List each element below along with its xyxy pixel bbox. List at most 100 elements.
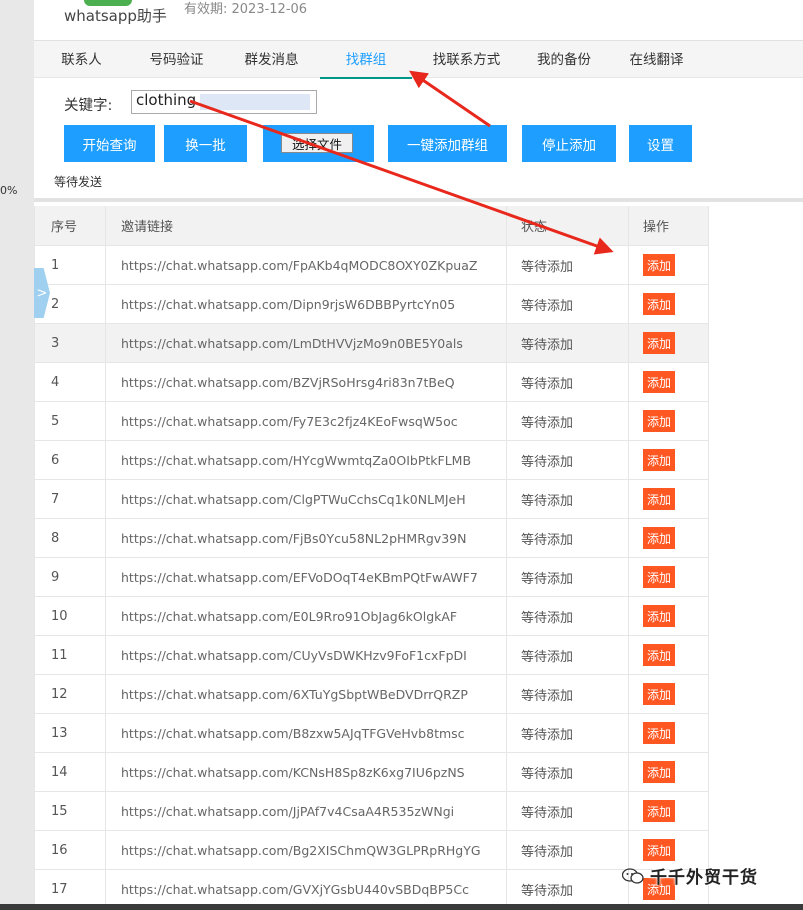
keyword-input[interactable]: clothing: [131, 90, 317, 114]
add-group-button[interactable]: 添加: [643, 449, 676, 471]
invite-link[interactable]: https://chat.whatsapp.com/Fy7E3c2fjz4KEo…: [106, 402, 507, 440]
table-row: 5 https://chat.whatsapp.com/Fy7E3c2fjz4KE…: [34, 402, 709, 441]
row-action-cell: 添加: [629, 519, 709, 557]
invite-link[interactable]: https://chat.whatsapp.com/B8zxw5AJqTFGVe…: [106, 714, 507, 752]
row-status: 等待添加: [507, 753, 629, 791]
invite-link[interactable]: https://chat.whatsapp.com/BZVjRSoHrsg4ri…: [106, 363, 507, 401]
add-all-groups-button[interactable]: 一键添加群组: [388, 125, 507, 162]
invite-link[interactable]: https://chat.whatsapp.com/E0L9Rro91ObJag…: [106, 597, 507, 635]
add-group-button[interactable]: 添加: [643, 293, 676, 315]
tab-my-backup[interactable]: 我的备份: [519, 41, 609, 79]
table-row: 11 https://chat.whatsapp.com/CUyVsDWKHzv9…: [34, 636, 709, 675]
invite-link[interactable]: https://chat.whatsapp.com/Bg2XISChmQW3GL…: [106, 831, 507, 869]
tab-bulk-message[interactable]: 群发消息: [224, 41, 319, 79]
add-group-button[interactable]: 添加: [643, 644, 676, 666]
add-group-button[interactable]: 添加: [643, 488, 676, 510]
table-row: 15 https://chat.whatsapp.com/JjPAf7v4CsaA…: [34, 792, 709, 831]
row-action-cell: 添加: [629, 714, 709, 752]
row-index: 7: [34, 480, 106, 518]
row-status: 等待添加: [507, 285, 629, 323]
table-row: 3 https://chat.whatsapp.com/LmDtHVVjzMo9n…: [34, 324, 709, 363]
table-row: 2 https://chat.whatsapp.com/Dipn9rjsW6DBB…: [34, 285, 709, 324]
progress-percent: 0%: [0, 184, 18, 197]
tab-contacts[interactable]: 联系人: [34, 41, 129, 79]
row-status: 等待添加: [507, 870, 629, 908]
invite-link[interactable]: https://chat.whatsapp.com/JjPAf7v4CsaA4R…: [106, 792, 507, 830]
next-batch-button[interactable]: 换一批: [164, 125, 247, 162]
invite-link[interactable]: https://chat.whatsapp.com/LmDtHVVjzMo9n0…: [106, 324, 507, 362]
add-group-button[interactable]: 添加: [643, 683, 676, 705]
row-status: 等待添加: [507, 363, 629, 401]
add-group-button[interactable]: 添加: [643, 722, 676, 744]
taskbar-edge: [0, 904, 803, 910]
invite-link[interactable]: https://chat.whatsapp.com/FpAKb4qMODC8OX…: [106, 246, 507, 284]
table-row: 6 https://chat.whatsapp.com/HYcgWwmtqZa0O…: [34, 441, 709, 480]
row-status: 等待添加: [507, 831, 629, 869]
row-status: 等待添加: [507, 636, 629, 674]
row-index: 3: [34, 324, 106, 362]
invite-link[interactable]: https://chat.whatsapp.com/6XTuYgSbptWBeD…: [106, 675, 507, 713]
app-header: whatsapp助手 有效期: 2023-12-06: [34, 0, 803, 40]
row-status: 等待添加: [507, 558, 629, 596]
app-window: whatsapp助手 有效期: 2023-12-06 联系人 号码验证 群发消息…: [0, 0, 803, 910]
row-index: 16: [34, 831, 106, 869]
row-status: 等待添加: [507, 402, 629, 440]
row-index: 12: [34, 675, 106, 713]
row-status: 等待添加: [507, 480, 629, 518]
table-row: 1 https://chat.whatsapp.com/FpAKb4qMODC8O…: [34, 246, 709, 285]
add-group-button[interactable]: 添加: [643, 527, 676, 549]
invite-link[interactable]: https://chat.whatsapp.com/ClgPTWuCchsCq1…: [106, 480, 507, 518]
tab-number-verify[interactable]: 号码验证: [129, 41, 224, 79]
row-action-cell: 添加: [629, 558, 709, 596]
add-group-button[interactable]: 添加: [643, 371, 676, 393]
keyword-label: 关键字:: [64, 98, 113, 114]
row-action-cell: 添加: [629, 363, 709, 401]
invite-link[interactable]: https://chat.whatsapp.com/Dipn9rjsW6DBBP…: [106, 285, 507, 323]
stop-adding-button[interactable]: 停止添加: [522, 125, 616, 162]
add-group-button[interactable]: 添加: [643, 254, 676, 276]
row-status: 等待添加: [507, 792, 629, 830]
settings-button[interactable]: 设置: [629, 125, 692, 162]
choose-file-button[interactable]: 选择文件: [281, 133, 353, 153]
row-index: 9: [34, 558, 106, 596]
tab-online-translate[interactable]: 在线翻译: [609, 41, 704, 79]
row-status: 等待添加: [507, 675, 629, 713]
row-action-cell: 添加: [629, 675, 709, 713]
add-group-button[interactable]: 添加: [643, 332, 676, 354]
row-action-cell: 添加: [629, 324, 709, 362]
row-status: 等待添加: [507, 714, 629, 752]
invite-link[interactable]: https://chat.whatsapp.com/KCNsH8Sp8zK6xg…: [106, 753, 507, 791]
chevron-right-icon: >: [36, 285, 48, 301]
invite-link[interactable]: https://chat.whatsapp.com/CUyVsDWKHzv9Fo…: [106, 636, 507, 674]
add-group-button[interactable]: 添加: [643, 761, 676, 783]
row-action-cell: 添加: [629, 402, 709, 440]
invite-link[interactable]: https://chat.whatsapp.com/FjBs0Ycu58NL2p…: [106, 519, 507, 557]
invite-link[interactable]: https://chat.whatsapp.com/HYcgWwmtqZa0OI…: [106, 441, 507, 479]
add-group-button[interactable]: 添加: [643, 410, 676, 432]
row-index: 6: [34, 441, 106, 479]
invite-link[interactable]: https://chat.whatsapp.com/EFVoDOqT4eKBmP…: [106, 558, 507, 596]
tab-find-groups[interactable]: 找群组: [320, 41, 412, 79]
invite-link[interactable]: https://chat.whatsapp.com/GVXjYGsbU440vS…: [106, 870, 507, 908]
table-row: 13 https://chat.whatsapp.com/B8zxw5AJqTFG…: [34, 714, 709, 753]
table-row: 16 https://chat.whatsapp.com/Bg2XISChmQW3…: [34, 831, 709, 870]
row-action-cell: 添加: [629, 246, 709, 284]
add-group-button[interactable]: 添加: [643, 800, 676, 822]
add-group-button[interactable]: 添加: [643, 839, 676, 861]
group-table: 序号 邀请链接 状态 操作 1 https://chat.whatsapp.com…: [34, 206, 709, 909]
start-query-button[interactable]: 开始查询: [64, 125, 155, 162]
row-index: 17: [34, 870, 106, 908]
table-row: 4 https://chat.whatsapp.com/BZVjRSoHrsg4r…: [34, 363, 709, 402]
table-body: 1 https://chat.whatsapp.com/FpAKb4qMODC8O…: [34, 246, 709, 909]
header-action: 操作: [629, 206, 709, 245]
add-group-button[interactable]: 添加: [643, 605, 676, 627]
header-invite-link: 邀请链接: [106, 206, 507, 245]
wechat-icon: [622, 867, 644, 884]
add-group-button[interactable]: 添加: [643, 566, 676, 588]
validity-date: 有效期: 2023-12-06: [184, 2, 308, 17]
tab-find-contacts[interactable]: 找联系方式: [414, 41, 519, 79]
input-selection-highlight: [200, 94, 310, 110]
row-action-cell: 添加: [629, 597, 709, 635]
row-index: 10: [34, 597, 106, 635]
row-status: 等待添加: [507, 246, 629, 284]
